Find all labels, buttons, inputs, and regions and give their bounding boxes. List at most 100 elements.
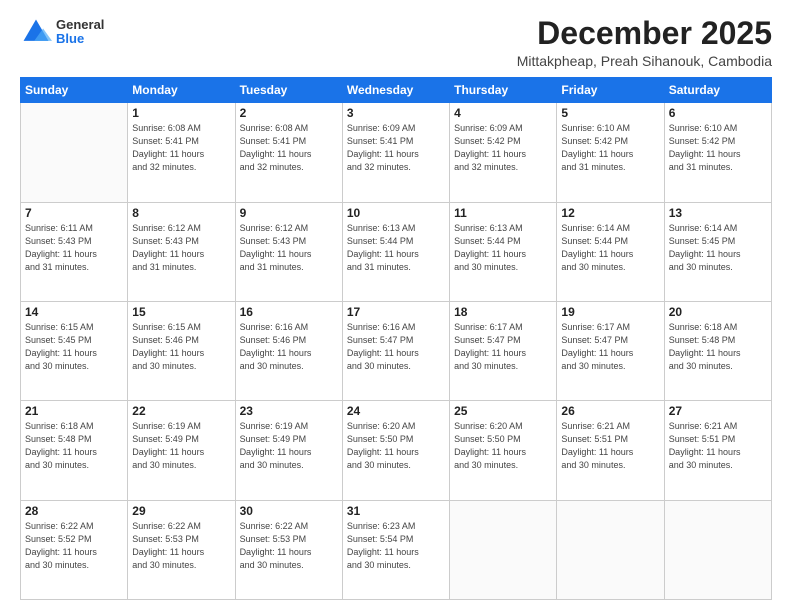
day-number: 20: [669, 305, 767, 319]
col-friday: Friday: [557, 78, 664, 103]
table-row: 7 Sunrise: 6:11 AMSunset: 5:43 PMDaylight…: [21, 202, 128, 301]
table-row: 16Sunrise: 6:16 AMSunset: 5:46 PMDayligh…: [235, 301, 342, 400]
day-number: 11: [454, 206, 552, 220]
table-row: [450, 500, 557, 599]
day-number: 23: [240, 404, 338, 418]
day-info: Sunrise: 6:17 AMSunset: 5:47 PMDaylight:…: [561, 321, 659, 373]
table-row: 21 Sunrise: 6:18 AMSunset: 5:48 PMDayligh…: [21, 401, 128, 500]
calendar-table: Sunday Monday Tuesday Wednesday Thursday…: [20, 77, 772, 600]
day-info: Sunrise: 6:21 AMSunset: 5:51 PMDaylight:…: [561, 420, 659, 472]
day-info: Sunrise: 6:21 AMSunset: 5:51 PMDaylight:…: [669, 420, 767, 472]
logo-icon: [20, 16, 52, 48]
day-info: Sunrise: 6:17 AMSunset: 5:47 PMDaylight:…: [454, 321, 552, 373]
day-number: 21: [25, 404, 123, 418]
page: General Blue December 2025 Mittakpheap, …: [0, 0, 792, 612]
day-number: 7: [25, 206, 123, 220]
day-number: 19: [561, 305, 659, 319]
logo-blue-label: Blue: [56, 32, 104, 46]
day-info: Sunrise: 6:12 AMSunset: 5:43 PMDaylight:…: [132, 222, 230, 274]
table-row: 25 Sunrise: 6:20 AMSunset: 5:50 PMDayligh…: [450, 401, 557, 500]
day-info: Sunrise: 6:13 AMSunset: 5:44 PMDaylight:…: [454, 222, 552, 274]
table-row: 4 Sunrise: 6:09 AMSunset: 5:42 PMDaylight…: [450, 103, 557, 202]
location-subtitle: Mittakpheap, Preah Sihanouk, Cambodia: [517, 53, 772, 69]
day-info: Sunrise: 6:18 AMSunset: 5:48 PMDaylight:…: [25, 420, 123, 472]
day-number: 10: [347, 206, 445, 220]
header: General Blue December 2025 Mittakpheap, …: [20, 16, 772, 69]
day-info: Sunrise: 6:11 AMSunset: 5:43 PMDaylight:…: [25, 222, 123, 274]
day-info: Sunrise: 6:12 AMSunset: 5:43 PMDaylight:…: [240, 222, 338, 274]
day-number: 6: [669, 106, 767, 120]
table-row: 20Sunrise: 6:18 AMSunset: 5:48 PMDayligh…: [664, 301, 771, 400]
day-number: 3: [347, 106, 445, 120]
day-number: 1: [132, 106, 230, 120]
table-row: 28 Sunrise: 6:22 AMSunset: 5:52 PMDayligh…: [21, 500, 128, 599]
table-row: [21, 103, 128, 202]
day-info: Sunrise: 6:20 AMSunset: 5:50 PMDaylight:…: [454, 420, 552, 472]
title-block: December 2025 Mittakpheap, Preah Sihanou…: [517, 16, 772, 69]
table-row: 12 Sunrise: 6:14 AMSunset: 5:44 PMDayligh…: [557, 202, 664, 301]
calendar-week-row: 14 Sunrise: 6:15 AMSunset: 5:45 PMDayligh…: [21, 301, 772, 400]
day-info: Sunrise: 6:15 AMSunset: 5:46 PMDaylight:…: [132, 321, 230, 373]
table-row: 31Sunrise: 6:23 AMSunset: 5:54 PMDayligh…: [342, 500, 449, 599]
day-info: Sunrise: 6:13 AMSunset: 5:44 PMDaylight:…: [347, 222, 445, 274]
calendar-week-row: 28 Sunrise: 6:22 AMSunset: 5:52 PMDayligh…: [21, 500, 772, 599]
month-title: December 2025: [517, 16, 772, 51]
calendar-body: 1 Sunrise: 6:08 AMSunset: 5:41 PMDaylight…: [21, 103, 772, 600]
day-info: Sunrise: 6:10 AMSunset: 5:42 PMDaylight:…: [669, 122, 767, 174]
day-info: Sunrise: 6:08 AMSunset: 5:41 PMDaylight:…: [240, 122, 338, 174]
table-row: 24Sunrise: 6:20 AMSunset: 5:50 PMDayligh…: [342, 401, 449, 500]
day-number: 25: [454, 404, 552, 418]
day-number: 24: [347, 404, 445, 418]
day-number: 22: [132, 404, 230, 418]
day-info: Sunrise: 6:16 AMSunset: 5:47 PMDaylight:…: [347, 321, 445, 373]
day-number: 5: [561, 106, 659, 120]
day-info: Sunrise: 6:19 AMSunset: 5:49 PMDaylight:…: [132, 420, 230, 472]
day-info: Sunrise: 6:09 AMSunset: 5:41 PMDaylight:…: [347, 122, 445, 174]
day-info: Sunrise: 6:22 AMSunset: 5:52 PMDaylight:…: [25, 520, 123, 572]
table-row: [557, 500, 664, 599]
table-row: 15 Sunrise: 6:15 AMSunset: 5:46 PMDayligh…: [128, 301, 235, 400]
table-row: 29 Sunrise: 6:22 AMSunset: 5:53 PMDayligh…: [128, 500, 235, 599]
table-row: 17Sunrise: 6:16 AMSunset: 5:47 PMDayligh…: [342, 301, 449, 400]
day-number: 26: [561, 404, 659, 418]
table-row: 8 Sunrise: 6:12 AMSunset: 5:43 PMDaylight…: [128, 202, 235, 301]
day-number: 12: [561, 206, 659, 220]
col-saturday: Saturday: [664, 78, 771, 103]
day-number: 4: [454, 106, 552, 120]
day-info: Sunrise: 6:15 AMSunset: 5:45 PMDaylight:…: [25, 321, 123, 373]
day-info: Sunrise: 6:23 AMSunset: 5:54 PMDaylight:…: [347, 520, 445, 572]
table-row: 19 Sunrise: 6:17 AMSunset: 5:47 PMDayligh…: [557, 301, 664, 400]
day-info: Sunrise: 6:19 AMSunset: 5:49 PMDaylight:…: [240, 420, 338, 472]
table-row: 26 Sunrise: 6:21 AMSunset: 5:51 PMDayligh…: [557, 401, 664, 500]
day-number: 30: [240, 504, 338, 518]
table-row: 5 Sunrise: 6:10 AMSunset: 5:42 PMDaylight…: [557, 103, 664, 202]
calendar-week-row: 7 Sunrise: 6:11 AMSunset: 5:43 PMDaylight…: [21, 202, 772, 301]
table-row: 23 Sunrise: 6:19 AMSunset: 5:49 PMDayligh…: [235, 401, 342, 500]
day-number: 8: [132, 206, 230, 220]
day-info: Sunrise: 6:10 AMSunset: 5:42 PMDaylight:…: [561, 122, 659, 174]
col-thursday: Thursday: [450, 78, 557, 103]
table-row: 14 Sunrise: 6:15 AMSunset: 5:45 PMDayligh…: [21, 301, 128, 400]
col-tuesday: Tuesday: [235, 78, 342, 103]
table-row: 3 Sunrise: 6:09 AMSunset: 5:41 PMDaylight…: [342, 103, 449, 202]
day-number: 13: [669, 206, 767, 220]
logo-general-label: General: [56, 18, 104, 32]
day-number: 27: [669, 404, 767, 418]
day-info: Sunrise: 6:22 AMSunset: 5:53 PMDaylight:…: [132, 520, 230, 572]
day-number: 9: [240, 206, 338, 220]
day-info: Sunrise: 6:16 AMSunset: 5:46 PMDaylight:…: [240, 321, 338, 373]
day-number: 29: [132, 504, 230, 518]
table-row: 13 Sunrise: 6:14 AMSunset: 5:45 PMDayligh…: [664, 202, 771, 301]
day-info: Sunrise: 6:09 AMSunset: 5:42 PMDaylight:…: [454, 122, 552, 174]
day-info: Sunrise: 6:14 AMSunset: 5:44 PMDaylight:…: [561, 222, 659, 274]
day-number: 15: [132, 305, 230, 319]
day-number: 14: [25, 305, 123, 319]
table-row: 30Sunrise: 6:22 AMSunset: 5:53 PMDayligh…: [235, 500, 342, 599]
table-row: 27 Sunrise: 6:21 AMSunset: 5:51 PMDayligh…: [664, 401, 771, 500]
table-row: 2Sunrise: 6:08 AMSunset: 5:41 PMDaylight…: [235, 103, 342, 202]
day-info: Sunrise: 6:14 AMSunset: 5:45 PMDaylight:…: [669, 222, 767, 274]
day-number: 28: [25, 504, 123, 518]
day-info: Sunrise: 6:08 AMSunset: 5:41 PMDaylight:…: [132, 122, 230, 174]
logo: General Blue: [20, 16, 104, 48]
table-row: 10 Sunrise: 6:13 AMSunset: 5:44 PMDayligh…: [342, 202, 449, 301]
